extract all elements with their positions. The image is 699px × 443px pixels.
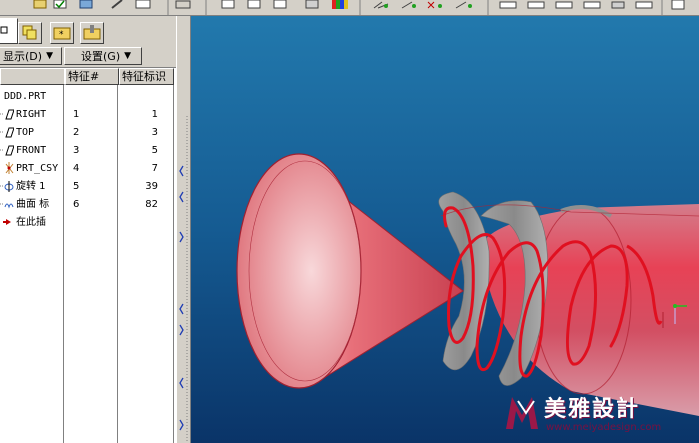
folder-star-icon: * — [53, 27, 71, 40]
tree-item-front[interactable]: FRONT — [0, 142, 64, 160]
toolbar-button-datum-point[interactable] — [427, 1, 442, 9]
toolbar-button-help[interactable] — [671, 0, 685, 10]
toolbar-icons — [33, 0, 685, 15]
settings-menu-button[interactable]: 设置(G) ▼ — [64, 47, 142, 65]
feature-num-cell: 1 — [73, 109, 80, 120]
chevron-down-icon: ▼ — [124, 51, 132, 61]
feature-id-cell: 5 — [151, 145, 158, 156]
revolve-icon — [0, 181, 14, 192]
toolbar-button-window[interactable] — [135, 0, 151, 9]
toolbar-button-view-1[interactable] — [221, 0, 235, 9]
toolbar-button-measure-2[interactable] — [527, 1, 545, 9]
toolbar-button-ruler[interactable] — [635, 1, 653, 9]
tree-item-top[interactable]: TOP — [0, 124, 64, 142]
coordinate-system-icon — [5, 162, 14, 174]
toolbar-button-measure-4[interactable] — [583, 1, 601, 9]
feature-num-cell: 2 — [73, 127, 80, 138]
datum-plane-icon — [0, 145, 14, 156]
svg-text:*: * — [59, 30, 64, 40]
graphics-viewport[interactable] — [191, 16, 699, 443]
meiya-logo-icon — [506, 397, 538, 429]
toolbar-button-datum-plane[interactable] — [373, 1, 389, 9]
tree-item-csys[interactable]: PRT_CSY — [0, 160, 64, 178]
name-column-header — [0, 68, 65, 85]
toolbar-button-measure-1[interactable] — [499, 1, 517, 9]
toolbar-button-check[interactable] — [53, 0, 67, 9]
model-tree-panel: * 显示(D) ▼ 设置(G) ▼ 特征# 特征标识 DDD.PRT RIGHT… — [0, 16, 176, 443]
splitter-grips — [179, 116, 188, 443]
feature-id-cell: 7 — [151, 163, 158, 174]
layers-icon — [22, 25, 37, 40]
model-tree: 特征# 特征标识 DDD.PRT RIGHT TOP FRONT PRT_CSY… — [0, 67, 176, 443]
feature-id-column — [119, 85, 174, 443]
watermark-title: 美雅設計 — [544, 396, 641, 422]
display-menu-button[interactable]: 显示(D) ▼ — [0, 47, 62, 65]
chevron-down-icon: ▼ — [46, 51, 53, 61]
tree-item-right[interactable]: RIGHT — [0, 106, 64, 124]
model-render — [191, 16, 699, 443]
main-toolbar — [0, 0, 699, 16]
tab-layers[interactable] — [18, 22, 42, 44]
panel-splitter[interactable] — [176, 16, 191, 443]
toolbar-button-open[interactable] — [33, 0, 47, 9]
watermark-url: www.meiyadesign.com — [546, 422, 662, 433]
feature-num-cell: 3 — [73, 145, 80, 156]
feature-id-cell: 3 — [151, 127, 158, 138]
navigator-tabs: * — [0, 18, 176, 46]
tree-root-item[interactable]: DDD.PRT — [4, 88, 64, 106]
tree-item-revolve[interactable]: 旋转 1 — [0, 178, 64, 196]
toolbar-button-save[interactable] — [79, 0, 93, 9]
feature-num-cell: 6 — [73, 199, 80, 210]
feature-num-cell: 4 — [73, 163, 80, 174]
tab-model-tree[interactable] — [0, 18, 18, 44]
surface-icon — [0, 203, 14, 209]
insert-here-arrow-icon — [3, 219, 11, 225]
tree-item-surface[interactable]: 曲面 标 — [0, 196, 64, 214]
datum-plane-icon — [0, 127, 14, 138]
toolbar-button-view-2[interactable] — [247, 0, 261, 9]
folder-tools-icon — [83, 25, 101, 40]
toolbar-button-list[interactable] — [175, 0, 191, 9]
toolbar-button-analysis[interactable] — [611, 1, 625, 9]
feature-num-column-header[interactable]: 特征# — [65, 68, 119, 85]
settings-menu-label: 设置(G) — [81, 50, 121, 63]
feature-num-cell: 5 — [73, 181, 80, 192]
app-window: * 显示(D) ▼ 设置(G) ▼ 特征# 特征标识 DDD.PRT RIGHT… — [0, 0, 699, 443]
toolbar-button-view-3[interactable] — [273, 0, 287, 9]
toolbar-button-datum-axis[interactable] — [401, 1, 416, 9]
tree-menubar: 显示(D) ▼ 设置(G) ▼ — [0, 46, 176, 66]
feature-id-cell: 39 — [145, 181, 158, 192]
watermark-logo: 美雅設計 www.meiyadesign.com — [500, 389, 693, 439]
tab-folder[interactable]: * — [50, 22, 74, 44]
display-menu-label: 显示(D) — [3, 50, 43, 63]
toolbar-button-datum-csys[interactable] — [455, 1, 472, 9]
feature-id-cell: 82 — [145, 199, 158, 210]
feature-id-column-header[interactable]: 特征标识 — [119, 68, 174, 85]
datum-plane-icon — [0, 109, 14, 120]
tree-item-insert-here[interactable]: 在此插 — [0, 214, 64, 232]
toolbar-button-color[interactable] — [332, 0, 348, 9]
feature-id-cell: 1 — [151, 109, 158, 120]
tab-favorites[interactable] — [80, 22, 104, 44]
toolbar-button-measure-3[interactable] — [555, 1, 573, 9]
toolbar-button-pencil[interactable] — [111, 0, 123, 9]
toolbar-button-shading[interactable] — [305, 0, 319, 9]
